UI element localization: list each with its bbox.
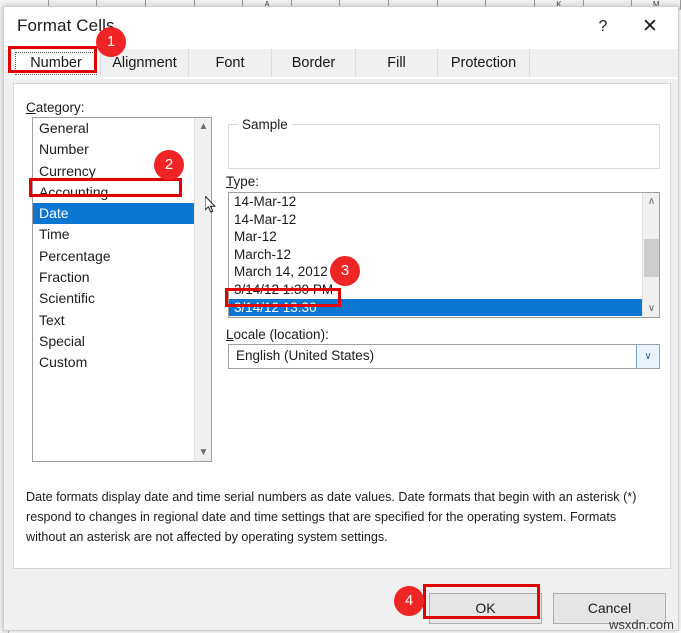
type-item[interactable]: March-12 xyxy=(229,246,642,264)
sample-legend: Sample xyxy=(238,117,292,132)
type-label: Type: xyxy=(226,174,260,189)
chevron-down-icon[interactable]: ∨ xyxy=(636,345,659,368)
type-item-container: 14-Mar-12 14-Mar-12 Mar-12 March-12 March 14… xyxy=(229,193,642,317)
category-item[interactable]: Fraction xyxy=(33,267,195,288)
category-item[interactable]: Time xyxy=(33,224,195,245)
type-item[interactable]: 3/14/12 13:30 xyxy=(229,298,642,317)
category-item[interactable]: General xyxy=(33,118,195,139)
annotation-badge-4: 4 xyxy=(394,586,424,616)
tab-strip-underline xyxy=(4,77,678,79)
category-scrollbar[interactable]: ▲ ▼ xyxy=(194,118,211,461)
category-item[interactable]: Custom xyxy=(33,352,195,373)
locale-selected-value: English (United States) xyxy=(236,348,375,363)
sample-group-box xyxy=(228,124,660,169)
tab-label: Fill xyxy=(387,55,406,71)
category-scroll-up-icon[interactable]: ▲ xyxy=(195,118,211,135)
type-scrollbar[interactable]: ∧ ∨ xyxy=(642,193,659,317)
category-item[interactable]: Accounting xyxy=(33,182,195,203)
close-icon[interactable]: ✕ xyxy=(628,11,672,43)
type-listbox[interactable]: 14-Mar-12 14-Mar-12 Mar-12 March-12 March 14… xyxy=(228,192,660,318)
annotation-badge-2: 2 xyxy=(154,150,184,180)
help-button[interactable]: ? xyxy=(581,11,625,43)
category-item[interactable]: Percentage xyxy=(33,246,195,267)
type-scroll-up-icon[interactable]: ∧ xyxy=(643,193,659,210)
type-scroll-thumb[interactable] xyxy=(644,239,659,277)
type-item[interactable]: 14-Mar-12 xyxy=(229,211,642,229)
locale-combobox[interactable]: English (United States) ∨ xyxy=(228,344,660,369)
tab-label: Font xyxy=(215,55,245,71)
format-description-text: Date formats display date and time seria… xyxy=(26,490,637,544)
tab-label: Border xyxy=(291,55,336,71)
category-item[interactable]: Date xyxy=(33,203,195,225)
tab-protection[interactable]: Protection xyxy=(438,49,530,78)
category-item[interactable]: Scientific xyxy=(33,288,195,309)
category-listbox[interactable]: General Number Currency Accounting Date Time P… xyxy=(32,117,212,462)
type-item[interactable]: 14-Mar-12 xyxy=(229,193,642,211)
format-cells-dialog: Format Cells ? ✕ Number Alignment Font Bord… xyxy=(3,6,679,631)
category-scroll-down-icon[interactable]: ▼ xyxy=(195,444,211,461)
tab-label: Protection xyxy=(450,55,517,71)
ok-button[interactable]: OK xyxy=(429,593,542,624)
tab-focus-ring xyxy=(15,52,97,75)
category-label: Category: xyxy=(26,100,85,115)
type-item[interactable]: Mar-12 xyxy=(229,228,642,246)
type-item[interactable]: 3/14/12 1:30 PM xyxy=(229,281,642,299)
category-item[interactable]: Special xyxy=(33,331,195,352)
annotation-badge-3: 3 xyxy=(330,256,360,286)
tab-label: Alignment xyxy=(112,55,177,71)
tab-number[interactable]: Number xyxy=(12,49,101,78)
tab-font[interactable]: Font xyxy=(189,49,272,78)
locale-label: Locale (location): xyxy=(226,327,329,342)
annotation-badge-1: 1 xyxy=(96,27,126,57)
tab-fill[interactable]: Fill xyxy=(356,49,438,78)
type-item[interactable]: March 14, 2012 xyxy=(229,263,642,281)
tab-border[interactable]: Border xyxy=(272,49,356,78)
type-scroll-down-icon[interactable]: ∨ xyxy=(643,300,659,317)
watermark: wsxdn.com xyxy=(608,617,674,632)
category-item[interactable]: Text xyxy=(33,310,195,331)
